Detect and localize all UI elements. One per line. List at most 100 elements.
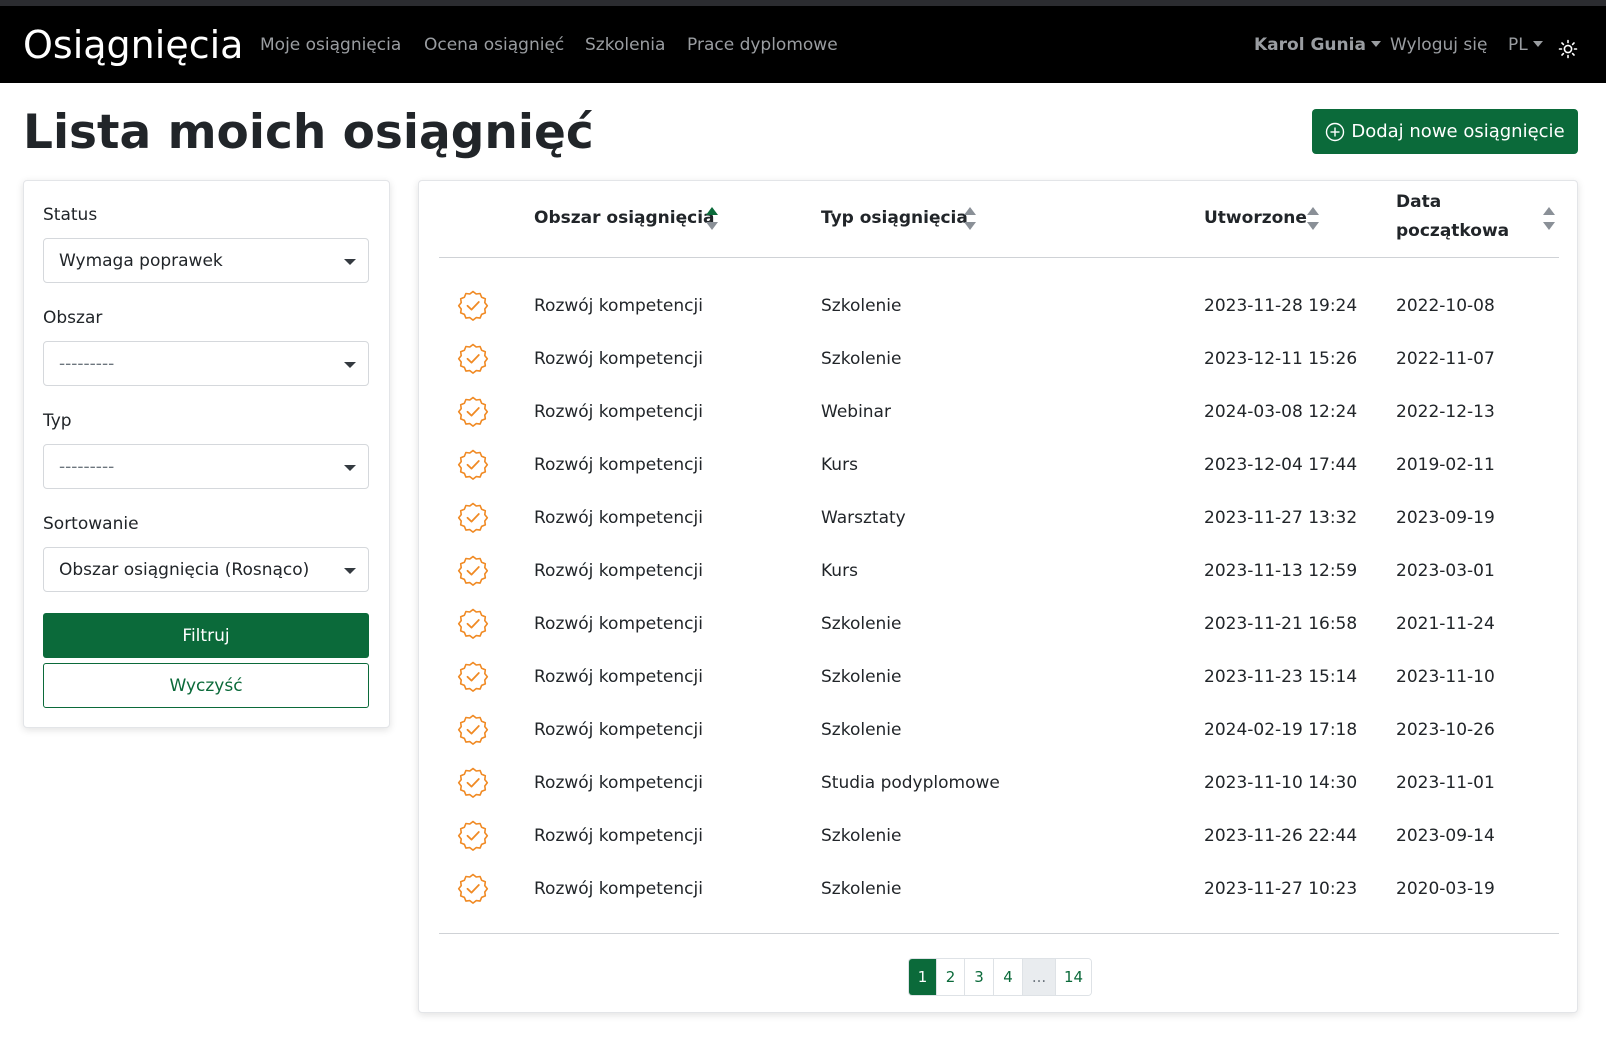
cell-area: Rozwój kompetencji: [534, 720, 703, 740]
cell-type: Kurs: [821, 455, 858, 475]
sort-select-value: Obszar osiągnięcia (Rosnąco): [59, 560, 310, 580]
chevron-down-icon: [344, 568, 356, 574]
cell-type: Szkolenie: [821, 879, 902, 899]
logout-link[interactable]: Wyloguj się: [1390, 32, 1487, 58]
table-row[interactable]: Rozwój kompetencji Szkolenie 2023-11-26 22…: [419, 810, 1579, 863]
cell-area: Rozwój kompetencji: [534, 296, 703, 316]
sort-select[interactable]: Obszar osiągnięcia (Rosnąco): [43, 547, 369, 592]
page-4[interactable]: 4: [994, 959, 1023, 995]
cell-start-date: 2019-02-11: [1396, 455, 1495, 475]
nav-link-theses[interactable]: Prace dyplomowe: [687, 32, 838, 58]
add-achievement-button[interactable]: Dodaj nowe osiągnięcie: [1312, 109, 1578, 154]
cell-start-date: 2023-09-19: [1396, 508, 1495, 528]
sort-icon[interactable]: [1542, 204, 1556, 234]
sort-icon[interactable]: [1306, 204, 1320, 234]
cell-area: Rozwój kompetencji: [534, 508, 703, 528]
table-row[interactable]: Rozwój kompetencji Szkolenie 2023-11-23 15…: [419, 651, 1579, 704]
chevron-down-icon: [1370, 40, 1381, 47]
header-divider: [439, 257, 1559, 258]
cell-created: 2023-11-13 12:59: [1204, 561, 1358, 581]
page-title: Lista moich osiągnięć: [23, 105, 594, 160]
header-area[interactable]: Obszar osiągnięcia: [534, 204, 715, 233]
clear-button[interactable]: Wyczyść: [43, 663, 369, 708]
cell-created: 2023-12-04 17:44: [1204, 455, 1358, 475]
cell-created: 2023-11-27 10:23: [1204, 879, 1358, 899]
header-created[interactable]: Utworzone: [1204, 204, 1307, 233]
achievements-table: Obszar osiągnięcia Typ osiągnięcia Utwor…: [418, 180, 1578, 1013]
cell-created: 2023-11-23 15:14: [1204, 667, 1358, 687]
badge-check-icon: [457, 714, 489, 745]
nav-link-trainings[interactable]: Szkolenia: [585, 32, 665, 58]
badge-check-icon: [457, 661, 489, 692]
nav-link-evaluation[interactable]: Ocena osiągnięć: [424, 32, 564, 58]
table-row[interactable]: Rozwój kompetencji Kurs 2023-11-13 12:59 20…: [419, 545, 1579, 598]
user-menu[interactable]: Karol Gunia: [1254, 32, 1381, 58]
language-menu[interactable]: PL: [1508, 32, 1543, 58]
cell-type: Webinar: [821, 402, 891, 422]
table-row[interactable]: Rozwój kompetencji Warsztaty 2023-11-27 13…: [419, 492, 1579, 545]
cell-type: Szkolenie: [821, 720, 902, 740]
cell-start-date: 2023-11-10: [1396, 667, 1495, 687]
sort-asc-icon[interactable]: [705, 204, 719, 234]
cell-start-date: 2022-12-13: [1396, 402, 1495, 422]
cell-type: Studia podyplomowe: [821, 773, 1000, 793]
footer-divider: [439, 933, 1559, 934]
sun-icon[interactable]: [1558, 39, 1578, 59]
brand-title[interactable]: Osiągnięcia: [23, 23, 243, 67]
navbar: Osiągnięcia Moje osiągnięcia Ocena osiąg…: [0, 6, 1606, 83]
cell-start-date: 2023-10-26: [1396, 720, 1495, 740]
type-select[interactable]: ---------: [43, 444, 369, 489]
cell-area: Rozwój kompetencji: [534, 879, 703, 899]
table-row[interactable]: Rozwój kompetencji Szkolenie 2023-11-21 16…: [419, 598, 1579, 651]
page-2[interactable]: 2: [937, 959, 965, 995]
cell-type: Szkolenie: [821, 826, 902, 846]
page-ellipsis: ...: [1023, 959, 1056, 995]
cell-type: Warsztaty: [821, 508, 906, 528]
cell-start-date: 2023-09-14: [1396, 826, 1495, 846]
cell-start-date: 2022-11-07: [1396, 349, 1495, 369]
table-row[interactable]: Rozwój kompetencji Szkolenie 2023-12-11 15…: [419, 333, 1579, 386]
cell-area: Rozwój kompetencji: [534, 773, 703, 793]
nav-link-my-achievements[interactable]: Moje osiągnięcia: [260, 32, 401, 58]
filter-button[interactable]: Filtruj: [43, 613, 369, 658]
user-name: Karol Gunia: [1254, 35, 1366, 55]
cell-created: 2023-11-21 16:58: [1204, 614, 1358, 634]
badge-check-icon: [457, 820, 489, 851]
cell-area: Rozwój kompetencji: [534, 349, 703, 369]
cell-area: Rozwój kompetencji: [534, 614, 703, 634]
type-select-value: ---------: [59, 457, 115, 477]
badge-check-icon: [457, 767, 489, 798]
badge-check-icon: [457, 396, 489, 427]
cell-type: Szkolenie: [821, 349, 902, 369]
table-row[interactable]: Rozwój kompetencji Szkolenie 2023-11-28 19…: [419, 280, 1579, 333]
chevron-down-icon: [344, 465, 356, 471]
badge-check-icon: [457, 502, 489, 533]
cell-area: Rozwój kompetencji: [534, 561, 703, 581]
page-3[interactable]: 3: [965, 959, 994, 995]
area-select-value: ---------: [59, 354, 115, 374]
sort-icon[interactable]: [963, 204, 977, 234]
cell-type: Szkolenie: [821, 296, 902, 316]
status-select[interactable]: Wymaga poprawek: [43, 238, 369, 283]
table-row[interactable]: Rozwój kompetencji Kurs 2023-12-04 17:44 20…: [419, 439, 1579, 492]
cell-created: 2023-11-26 22:44: [1204, 826, 1358, 846]
cell-created: 2023-12-11 15:26: [1204, 349, 1358, 369]
header-type[interactable]: Typ osiągnięcia: [821, 204, 968, 233]
page-14[interactable]: 14: [1056, 959, 1091, 995]
table-row[interactable]: Rozwój kompetencji Szkolenie 2024-02-19 17…: [419, 704, 1579, 757]
table-row[interactable]: Rozwój kompetencji Studia podyplomowe 2023…: [419, 757, 1579, 810]
cell-start-date: 2020-03-19: [1396, 879, 1495, 899]
cell-start-date: 2023-03-01: [1396, 561, 1495, 581]
cell-created: 2023-11-27 13:32: [1204, 508, 1358, 528]
pagination: 1 2 3 4 ... 14: [908, 958, 1092, 996]
status-label: Status: [43, 205, 98, 225]
table-row[interactable]: Rozwój kompetencji Szkolenie 2023-11-27 10…: [419, 863, 1579, 916]
header-start-date[interactable]: Data początkowa: [1396, 188, 1509, 246]
cell-created: 2023-11-10 14:30: [1204, 773, 1358, 793]
chevron-down-icon: [344, 362, 356, 368]
page-1[interactable]: 1: [909, 959, 937, 995]
chevron-down-icon: [344, 259, 356, 265]
table-row[interactable]: Rozwój kompetencji Webinar 2024-03-08 12:2…: [419, 386, 1579, 439]
area-select[interactable]: ---------: [43, 341, 369, 386]
cell-created: 2024-02-19 17:18: [1204, 720, 1358, 740]
